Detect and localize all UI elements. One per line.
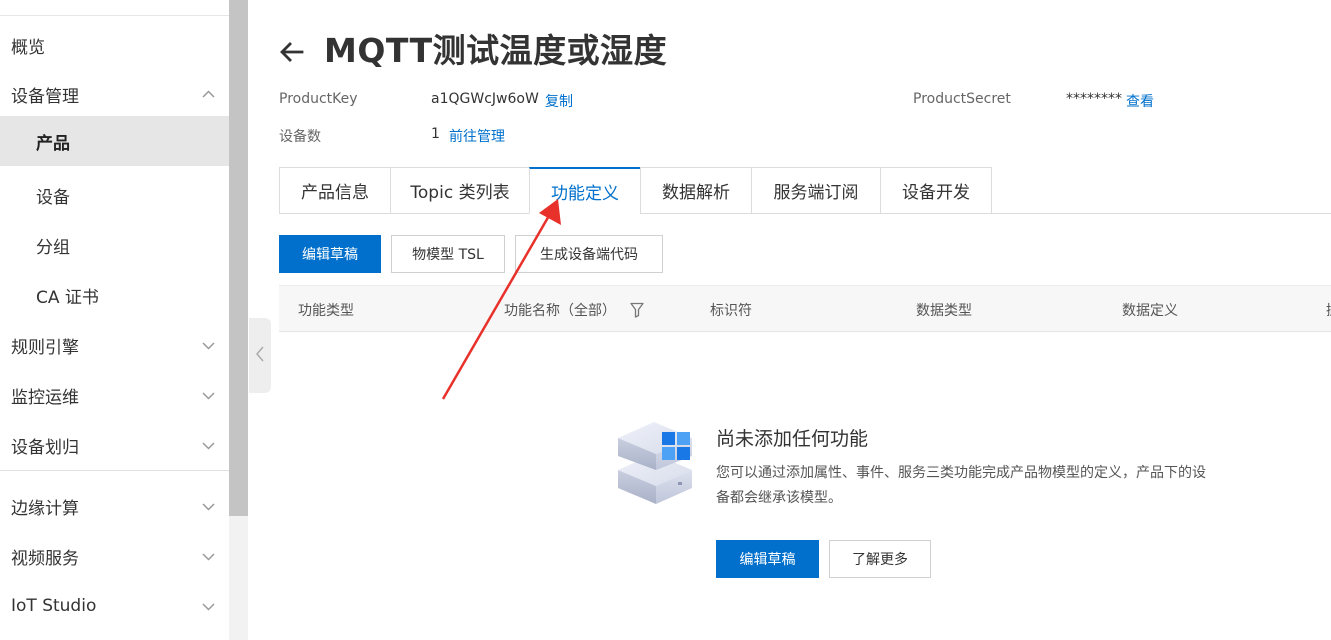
chevron-down-icon <box>201 499 216 514</box>
sidebar-item-label: 设备管理 <box>11 86 79 107</box>
column-header: 数据类型 <box>916 303 972 319</box>
generate-code-button[interactable]: 生成设备端代码 <box>515 235 663 273</box>
view-secret-link[interactable]: 查看 <box>1126 91 1154 111</box>
chevron-left-icon <box>255 345 265 367</box>
edit-draft-button[interactable]: 编辑草稿 <box>279 235 381 273</box>
column-header: 标识符 <box>710 303 752 319</box>
sidebar-item-monitoring[interactable]: 监控运维 <box>0 370 229 420</box>
tab-label: 功能定义 <box>551 183 619 204</box>
sidebar-item-edge-computing[interactable]: 边缘计算 <box>0 481 229 531</box>
sidebar-item-label: 规则引擎 <box>11 337 79 358</box>
column-header: 功能名称（全部） <box>504 303 616 319</box>
server-box-icon <box>614 420 698 506</box>
tab-label: 产品信息 <box>301 183 369 203</box>
sidebar-item-device-allocation[interactable]: 设备划归 <box>0 420 229 470</box>
column-header: 功能类型 <box>298 303 354 319</box>
learn-more-button[interactable]: 了解更多 <box>829 540 931 578</box>
sidebar-item-label: 视频服务 <box>11 548 79 569</box>
tab-function-definition[interactable]: 功能定义 <box>529 167 641 214</box>
sidebar-item-rule-engine[interactable]: 规则引擎 <box>0 320 229 370</box>
sidebar-top-divider <box>0 15 229 16</box>
sidebar-divider <box>0 470 229 471</box>
sidebar-item-label: CA 证书 <box>36 287 99 308</box>
arrow-left-icon[interactable] <box>278 38 306 66</box>
product-secret-value: ******** <box>1066 91 1122 107</box>
sidebar: 概览 设备管理 产品 设备 分组 CA 证书 规则引擎 监控运维 设备划归 边缘… <box>0 0 229 640</box>
device-count-value: 1 <box>431 126 440 142</box>
tab-product-info[interactable]: 产品信息 <box>279 167 391 214</box>
sidebar-item-label: 分组 <box>36 237 70 258</box>
empty-state-description: 您可以通过添加属性、事件、服务三类功能完成产品物模型的定义，产品下的设备都会继承… <box>716 465 1206 506</box>
tsl-button[interactable]: 物模型 TSL <box>391 235 505 273</box>
chevron-down-icon <box>201 338 216 353</box>
tab-label: 服务端订阅 <box>773 183 859 203</box>
tab-data-parsing[interactable]: 数据解析 <box>640 167 752 214</box>
filter-icon[interactable] <box>630 302 644 322</box>
tab-label: Topic 类列表 <box>410 183 510 203</box>
sidebar-item-label: 概览 <box>11 37 45 58</box>
sidebar-item-devices[interactable]: 设备 <box>0 170 229 220</box>
empty-edit-draft-button[interactable]: 编辑草稿 <box>716 540 819 578</box>
tab-label: 设备开发 <box>902 183 970 203</box>
empty-state-title: 尚未添加任何功能 <box>716 428 869 450</box>
tab-device-development[interactable]: 设备开发 <box>880 167 992 214</box>
sidebar-item-products[interactable]: 产品 <box>0 116 229 166</box>
product-key-label: ProductKey <box>279 91 358 107</box>
page-title: MQTT测试温度或湿度 <box>324 31 668 70</box>
tab-server-subscription[interactable]: 服务端订阅 <box>751 167 881 214</box>
chevron-down-icon <box>201 549 216 564</box>
chevron-up-icon <box>201 87 216 102</box>
sidebar-item-label: 设备划归 <box>11 437 79 458</box>
tab-label: 数据解析 <box>662 183 730 203</box>
tab-topic-list[interactable]: Topic 类列表 <box>390 167 530 214</box>
sidebar-item-label: 边缘计算 <box>11 498 79 519</box>
sidebar-item-label: 产品 <box>36 133 70 154</box>
column-header: 数据定义 <box>1122 303 1178 319</box>
sidebar-item-iot-studio[interactable]: IoT Studio <box>0 581 229 631</box>
chevron-down-icon <box>201 388 216 403</box>
column-header: 操 <box>1326 300 1331 320</box>
sidebar-item-groups[interactable]: 分组 <box>0 220 229 270</box>
device-count-label: 设备数 <box>279 129 321 145</box>
sidebar-item-label: 监控运维 <box>11 387 79 408</box>
sidebar-scrollbar-thumb[interactable] <box>229 0 248 516</box>
manage-devices-link[interactable]: 前往管理 <box>449 126 505 146</box>
chevron-down-icon <box>201 438 216 453</box>
sidebar-item-overview[interactable]: 概览 <box>0 20 229 70</box>
product-key-value: a1QGWcJw6oW <box>431 91 539 107</box>
sidebar-item-video-service[interactable]: 视频服务 <box>0 531 229 581</box>
copy-link[interactable]: 复制 <box>545 91 573 111</box>
sidebar-item-label: IoT Studio <box>11 596 97 616</box>
table-header: 功能类型 功能名称（全部） 标识符 数据类型 数据定义 操 <box>279 285 1331 332</box>
product-secret-label: ProductSecret <box>913 91 1011 107</box>
sidebar-collapse-toggle[interactable] <box>249 318 271 393</box>
sidebar-item-ca-certificates[interactable]: CA 证书 <box>0 270 229 320</box>
chevron-down-icon <box>201 599 216 614</box>
sidebar-item-label: 设备 <box>36 187 70 208</box>
sidebar-item-device-management[interactable]: 设备管理 <box>0 69 229 119</box>
